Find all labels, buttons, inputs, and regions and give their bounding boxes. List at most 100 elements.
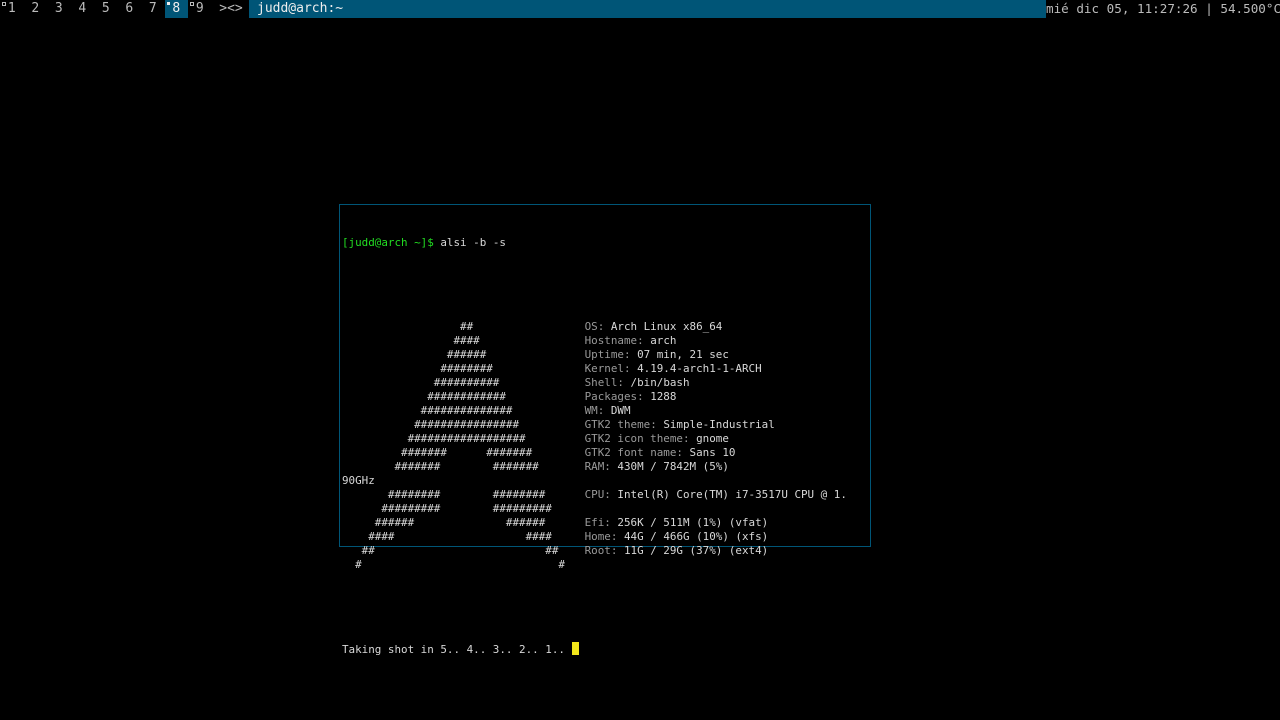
ascii-logo-row: ## [342,320,474,333]
status-bar: 123456789 ><> judd@arch:~ mié dic 05, 11… [0,0,1280,18]
info-label: Hostname: [584,334,644,347]
info-value: 44G / 466G (10%) (xfs) [623,530,769,543]
tag-9[interactable]: 9 [188,0,212,18]
info-value: Simple-Industrial [663,418,775,431]
tag-label: 4 [78,1,87,16]
ascii-logo-row: ######## ######## [342,488,546,501]
occupied-indicator [190,2,194,6]
info-label: Uptime: [584,348,631,361]
ascii-logo-row: ####### ####### [342,460,539,473]
cpu-wrap-text: 90GHz [342,474,375,487]
tag-label: 6 [125,1,134,16]
ascii-logo-row: ######## [342,362,493,375]
tag-label: 5 [101,1,110,16]
ascii-logo-row: ################ [342,418,520,431]
info-value: arch [650,334,677,347]
alsi-line: #### Hostname: arch [342,334,847,348]
alsi-line: ######## ######## CPU: Intel(R) Core(TM)… [342,488,847,502]
info-label: Root: [584,544,618,557]
tag-3[interactable]: 3 [47,0,71,18]
tag-label: 9 [195,1,204,16]
output-line: Taking shot in 5.. 4.. 3.. 2.. 1.. [342,642,847,656]
info-value: 4.19.4-arch1-1-ARCH [637,362,762,375]
info-label: GTK2 icon theme: [584,432,690,445]
info-label: Kernel: [584,362,631,375]
alsi-line: ############ Packages: 1288 [342,390,847,404]
info-value: 07 min, 21 sec [637,348,729,361]
alsi-line: ###### ###### Efi: 256K / 511M (1%) (vfa… [342,516,847,530]
info-label: OS: [584,320,605,333]
ascii-logo-row: #### #### [342,530,552,543]
info-label: CPU: [584,488,611,501]
info-value: 11G / 29G (37%) (ext4) [623,544,769,557]
info-value: Arch Linux x86_64 [610,320,723,333]
terminal-window[interactable]: [judd@arch ~]$ alsi -b -s ## OS: Arch Li… [339,204,871,656]
ascii-logo-row: ######### ######### [342,502,552,515]
alsi-line: ####### ####### RAM: 430M / 7842M (5%) [342,460,847,474]
ascii-logo-row: ###### [342,348,487,361]
info-label: WM: [584,404,605,417]
alsi-line: ################## GTK2 icon theme: gnom… [342,432,847,446]
info-label: Home: [584,530,618,543]
output-text: Taking shot in 5.. 4.. 3.. 2.. 1.. [342,643,572,656]
alsi-line: 90GHz [342,474,847,488]
alsi-line: ## ## Root: 11G / 29G (37%) (ext4) [342,544,847,558]
tag-list: 123456789 [0,0,212,18]
alsi-line: ######## Kernel: 4.19.4-arch1-1-ARCH [342,362,847,376]
alsi-line: # # [342,558,847,572]
alsi-line: ############## WM: DWM [342,404,847,418]
ascii-logo-row: ########## [342,376,500,389]
alsi-line: ########## Shell: /bin/bash [342,376,847,390]
info-value: 256K / 511M (1%) (vfat) [617,516,769,529]
alsi-line: ###### Uptime: 07 min, 21 sec [342,348,847,362]
info-label: Packages: [584,390,644,403]
layout-indicator[interactable]: ><> [214,0,248,18]
info-value: Intel(R) Core(TM) i7-3517U CPU @ 1. [617,488,847,501]
tag-5[interactable]: 5 [94,0,118,18]
alsi-line: ####### ####### GTK2 font name: Sans 10 [342,446,847,460]
tag-8[interactable]: 8 [164,0,188,18]
alsi-line: #### #### Home: 44G / 466G (10%) (xfs) [342,530,847,544]
terminal-screen: [judd@arch ~]$ alsi -b -s ## OS: Arch Li… [342,208,847,684]
tag-label: 2 [31,1,40,16]
ascii-logo-row: ############ [342,390,506,403]
tag-label: 8 [172,1,181,16]
prompt-line: [judd@arch ~]$ alsi -b -s [342,236,847,250]
occupied-indicator [2,2,6,6]
ascii-logo-row: ################## [342,432,526,445]
tag-1[interactable]: 1 [0,0,24,18]
info-value: DWM [610,404,631,417]
ascii-logo-row: ############## [342,404,513,417]
tag-label: 7 [148,1,157,16]
tag-7[interactable]: 7 [141,0,165,18]
text-cursor [571,642,579,655]
tag-6[interactable]: 6 [118,0,142,18]
tag-label: 1 [7,1,16,16]
info-label: GTK2 font name: [584,446,683,459]
occupied-indicator [166,2,170,5]
alsi-line: ######### ######### [342,502,847,516]
ascii-logo-row: ###### ###### [342,516,546,529]
info-value: /bin/bash [630,376,690,389]
shell-prompt: [judd@arch ~]$ [342,236,434,249]
ascii-logo-row: #### [342,334,480,347]
tag-2[interactable]: 2 [24,0,48,18]
command-text: alsi -b -s [440,236,506,249]
tag-4[interactable]: 4 [71,0,95,18]
info-value: gnome [696,432,729,445]
alsi-output: ## OS: Arch Linux x86_64 #### Hostname: … [342,320,847,572]
info-value: 1288 [650,390,677,403]
ascii-logo-row: # # [342,558,565,571]
alsi-line: ################ GTK2 theme: Simple-Indu… [342,418,847,432]
status-text: mié dic 05, 11:27:26 | 54.500°C [1046,1,1280,16]
ascii-logo-row: ## ## [342,544,559,557]
info-label: RAM: [584,460,611,473]
window-title: judd@arch:~ [249,0,1046,18]
info-value: 430M / 7842M (5%) [617,460,729,473]
info-label: GTK2 theme: [584,418,657,431]
info-label: Shell: [584,376,624,389]
ascii-logo-row: ####### ####### [342,446,533,459]
tag-label: 3 [54,1,63,16]
info-label: Efi: [584,516,611,529]
